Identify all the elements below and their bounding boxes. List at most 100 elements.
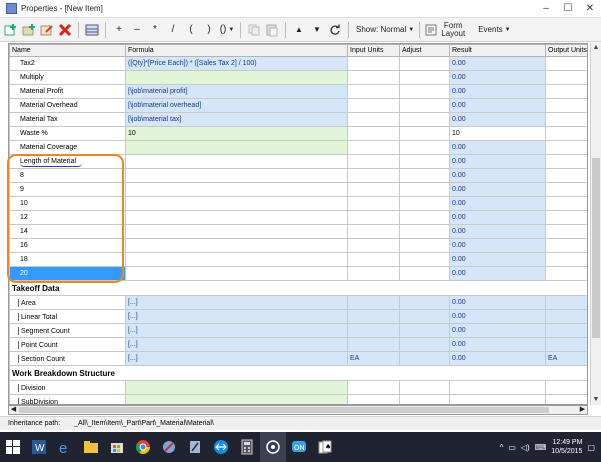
result-cell[interactable]: 0.00: [449, 295, 546, 310]
scroll-down-icon[interactable]: ▼: [591, 395, 601, 405]
open-paren-button[interactable]: (: [183, 21, 199, 39]
table-row[interactable]: Material Profit [\job\material profit] 0.0…: [9, 84, 587, 99]
table-row[interactable]: 20 0.00: [9, 266, 587, 281]
output-units-cell[interactable]: [545, 182, 587, 197]
name-cell[interactable]: Length of Material: [9, 154, 126, 169]
table-row[interactable]: 18 0.00: [9, 252, 587, 267]
formula-cell[interactable]: [\job\material overhead]: [125, 98, 348, 113]
result-cell[interactable]: 0.00: [449, 238, 546, 253]
input-units-cell[interactable]: [347, 168, 400, 183]
output-units-cell[interactable]: [545, 56, 587, 71]
result-cell[interactable]: 0.00: [449, 337, 546, 352]
adjust-cell[interactable]: [399, 140, 450, 155]
form-layout-button[interactable]: Form Layout: [425, 21, 469, 39]
result-cell[interactable]: 0.00: [449, 168, 546, 183]
input-units-cell[interactable]: [347, 182, 400, 197]
table-row[interactable]: SubDivision: [9, 394, 587, 404]
column-header-name[interactable]: Name: [9, 44, 126, 57]
result-cell[interactable]: 0.00: [449, 210, 546, 225]
adjust-cell[interactable]: [399, 380, 450, 395]
add-property-button[interactable]: [3, 21, 19, 39]
paste-button[interactable]: [264, 21, 280, 39]
name-cell[interactable]: Material Tax: [9, 112, 126, 127]
show-hidden-icons-icon[interactable]: ^: [500, 443, 504, 452]
formula-cell[interactable]: [\job\material profit]: [125, 84, 348, 99]
result-cell[interactable]: [449, 380, 546, 395]
formula-cell[interactable]: [\job\material tax]: [125, 112, 348, 127]
name-cell[interactable]: Waste %: [9, 126, 126, 141]
table-row[interactable]: Division: [9, 380, 587, 395]
adjust-cell[interactable]: [399, 394, 450, 404]
input-units-cell[interactable]: [347, 70, 400, 85]
adjust-cell[interactable]: [399, 323, 450, 338]
column-header-result[interactable]: Result: [449, 44, 546, 57]
add-group-button[interactable]: [21, 21, 37, 39]
show-mode-dropdown[interactable]: Show: Normal ▼: [354, 21, 414, 39]
column-header-formula[interactable]: Formula: [125, 44, 348, 57]
formula-cell[interactable]: [125, 182, 348, 197]
notifications-icon[interactable]: ▢: [587, 443, 595, 452]
result-cell[interactable]: 0.00: [449, 112, 546, 127]
hscroll-thumb[interactable]: [19, 407, 549, 413]
app-taskbar-button-5[interactable]: ON: [286, 432, 312, 462]
adjust-cell[interactable]: [399, 182, 450, 197]
name-cell[interactable]: Segment Count: [9, 323, 126, 338]
name-cell[interactable]: Section Count: [9, 351, 126, 366]
app-taskbar-button-2[interactable]: [182, 432, 208, 462]
scroll-left-icon[interactable]: ◀: [9, 406, 18, 414]
input-units-cell[interactable]: [347, 140, 400, 155]
input-units-cell[interactable]: [347, 84, 400, 99]
formula-cell[interactable]: [...]: [125, 337, 348, 352]
move-up-button[interactable]: ▲: [291, 21, 307, 39]
table-row[interactable]: Length of Material 0.00: [9, 154, 587, 169]
result-cell[interactable]: 10: [449, 126, 546, 141]
section-header-row[interactable]: Takeoff Data: [9, 280, 587, 296]
edge-taskbar-button[interactable]: e: [52, 432, 78, 462]
output-units-cell[interactable]: [545, 266, 587, 281]
adjust-cell[interactable]: [399, 84, 450, 99]
table-row[interactable]: Waste % 10 10: [9, 126, 587, 141]
name-cell[interactable]: Linear Total: [9, 309, 126, 324]
word-taskbar-button[interactable]: W: [26, 432, 52, 462]
table-row[interactable]: Tax2 ([Qty]*[Price Each]) * ([Sales Tax 2…: [9, 56, 587, 71]
name-cell[interactable]: Material Coverage: [9, 140, 126, 155]
name-cell[interactable]: 12: [9, 210, 126, 225]
name-cell[interactable]: Area: [9, 295, 126, 310]
formula-cell[interactable]: [125, 224, 348, 239]
formula-cell[interactable]: [125, 380, 348, 395]
result-cell[interactable]: 0.00: [449, 140, 546, 155]
output-units-cell[interactable]: [545, 252, 587, 267]
result-cell[interactable]: 0.00: [449, 98, 546, 113]
parens-dropdown-button[interactable]: () ▼: [219, 21, 235, 39]
table-row[interactable]: Multiply 0.00: [9, 70, 587, 85]
adjust-cell[interactable]: [399, 154, 450, 169]
multiply-operator-button[interactable]: *: [147, 21, 163, 39]
result-cell[interactable]: 0.00: [449, 252, 546, 267]
input-units-cell[interactable]: [347, 196, 400, 211]
result-cell[interactable]: 0.00: [449, 323, 546, 338]
adjust-cell[interactable]: [399, 70, 450, 85]
result-cell[interactable]: 0.00: [449, 154, 546, 169]
name-cell[interactable]: SubDivision: [9, 394, 126, 404]
adjust-cell[interactable]: [399, 238, 450, 253]
name-cell[interactable]: Division: [9, 380, 126, 395]
adjust-cell[interactable]: [399, 337, 450, 352]
maximize-button[interactable]: ☐: [557, 0, 579, 17]
app-taskbar-button-4[interactable]: [260, 432, 286, 462]
table-row[interactable]: Material Coverage 0.00: [9, 140, 587, 155]
formula-cell[interactable]: [125, 238, 348, 253]
store-taskbar-button[interactable]: [104, 432, 130, 462]
name-cell[interactable]: 10: [9, 196, 126, 211]
adjust-cell[interactable]: [399, 196, 450, 211]
table-row[interactable]: Section Count [...] EA 0.00 EA: [9, 351, 587, 366]
formula-cell[interactable]: [...]: [125, 323, 348, 338]
result-cell[interactable]: 0.00: [449, 309, 546, 324]
adjust-cell[interactable]: [399, 266, 450, 281]
output-units-cell[interactable]: [545, 210, 587, 225]
name-cell[interactable]: 8: [9, 168, 126, 183]
close-window-button[interactable]: ✕: [579, 0, 601, 17]
input-units-cell[interactable]: [347, 266, 400, 281]
solitaire-taskbar-button[interactable]: ♠: [312, 432, 338, 462]
input-units-cell[interactable]: [347, 309, 400, 324]
output-units-cell[interactable]: [545, 168, 587, 183]
